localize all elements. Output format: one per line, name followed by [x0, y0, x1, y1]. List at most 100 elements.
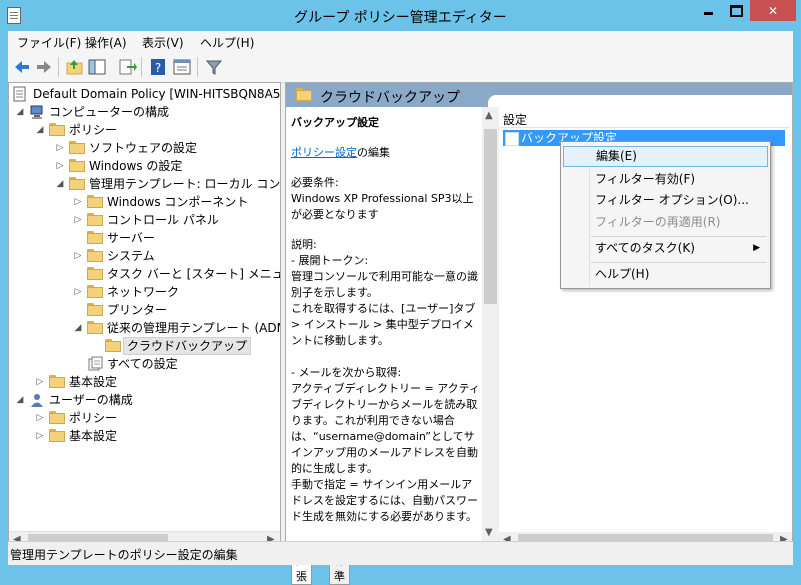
tree-node-network[interactable]: ▷ ネットワーク [71, 283, 280, 301]
description-vertical-scrollbar[interactable]: ▲ ▼ [482, 107, 499, 545]
minimize-button[interactable] [694, 0, 722, 21]
description-line [291, 349, 481, 365]
tree-node-user-base-settings[interactable]: ▷ 基本設定 [33, 427, 280, 445]
up-folder-icon[interactable] [65, 57, 85, 77]
tree-node-all-settings[interactable]: すべての設定 [71, 355, 280, 373]
description-line: アクティブディレクトリー = アクティブディレクトリーからメールを読み取ります。… [291, 382, 481, 475]
tree-node-user-config[interactable]: ◢ ユーザーの構成 [13, 391, 280, 409]
menu-action[interactable]: 操作(A) [85, 34, 127, 51]
column-header-label: 設定 [503, 113, 528, 127]
tree-label: Windows の設定 [89, 159, 183, 173]
menu-view[interactable]: 表示(V) [142, 34, 184, 51]
app-window: グループ ポリシー管理エディター ✕ ファイル(F) 操作(A) 表示(V) ヘ… [0, 0, 801, 585]
setting-icon [505, 132, 519, 146]
maximize-button[interactable] [722, 0, 750, 21]
folder-icon [296, 88, 312, 101]
menu-item-filter-on[interactable]: フィルター有効(F) [563, 169, 768, 190]
edit-policy-link[interactable]: ポリシー設定 [291, 146, 357, 159]
expand-arrow-icon[interactable]: ▷ [73, 247, 83, 265]
tree-node-policies[interactable]: ◢ ポリシー [33, 121, 280, 139]
tree-label: Default Domain Policy [WIN-HITSBQN8A5 [33, 87, 281, 101]
tree-node-admin-templates[interactable]: ◢ 管理用テンプレート: ローカル コンピュータ [53, 175, 280, 193]
expand-arrow-icon[interactable]: ▷ [35, 373, 45, 391]
submenu-arrow-icon: ▶ [753, 243, 760, 253]
column-header-setting[interactable]: 設定 [500, 111, 790, 128]
collapse-arrow-icon[interactable]: ◢ [15, 391, 25, 409]
svg-text:?: ? [155, 61, 161, 75]
expand-arrow-icon[interactable]: ▷ [73, 283, 83, 301]
expand-arrow-icon[interactable]: ▷ [55, 139, 65, 157]
tree-node-control-panel[interactable]: ▷ コントロール パネル [71, 211, 280, 229]
menu-item-all-tasks-label: すべてのタスク(K) [595, 241, 695, 255]
expand-arrow-icon[interactable]: ▷ [55, 157, 65, 175]
folder-icon [49, 123, 65, 136]
menu-item-edit[interactable]: 編集(E) [563, 146, 768, 167]
maximize-icon [729, 4, 743, 17]
tree-node-taskbar-start[interactable]: タスク バーと [スタート] メニュー [71, 265, 280, 283]
expand-arrow-icon[interactable]: ▷ [35, 409, 45, 427]
tree-node-base-settings[interactable]: ▷ 基本設定 [33, 373, 280, 391]
tree-node-classic-admin[interactable]: ◢ 従来の管理用テンプレート (ADM) [71, 319, 281, 337]
tree-label: コンピューターの構成 [49, 105, 170, 119]
menu-separator [591, 236, 766, 237]
collapse-arrow-icon[interactable]: ◢ [35, 121, 45, 139]
folder-icon [49, 375, 65, 388]
policy-document-icon [13, 86, 26, 102]
tree-node-user-policies[interactable]: ▷ ポリシー [33, 409, 280, 427]
forward-icon[interactable] [34, 57, 54, 77]
folder-icon [87, 213, 103, 226]
properties-icon[interactable] [172, 57, 192, 77]
folder-icon [87, 321, 103, 334]
toolbar: ? [8, 52, 793, 83]
context-menu: 編集(E) フィルター有効(F) フィルター オプション(O)... フィルター… [560, 141, 771, 289]
menu-item-all-tasks[interactable]: すべてのタスク(K) ▶ [563, 238, 768, 259]
tree-node-server[interactable]: サーバー [71, 229, 280, 247]
collapse-arrow-icon[interactable]: ◢ [55, 175, 65, 193]
tree-label: 基本設定 [69, 429, 118, 443]
help-icon[interactable]: ? [148, 57, 168, 77]
tree-node-root[interactable]: Default Domain Policy [WIN-HITSBQN8A5 [11, 85, 281, 103]
expand-arrow-icon[interactable]: ▷ [73, 211, 83, 229]
folder-icon [49, 411, 65, 424]
menu-item-filter-options[interactable]: フィルター オプション(O)... [563, 190, 768, 211]
tree-node-windows-settings[interactable]: ▷ Windows の設定 [53, 157, 280, 175]
menu-item-help[interactable]: ヘルプ(H) [563, 264, 768, 285]
folder-icon [87, 303, 103, 316]
window-title: グループ ポリシー管理エディター [294, 10, 507, 26]
filter-icon[interactable] [204, 57, 224, 77]
tree-pane[interactable]: Default Domain Policy [WIN-HITSBQN8A5 ◢ … [8, 82, 281, 550]
tree-node-printer[interactable]: プリンター [71, 301, 280, 319]
tree-label: 基本設定 [69, 375, 118, 389]
toolbar-separator [197, 57, 198, 77]
close-button[interactable]: ✕ [750, 0, 796, 21]
scroll-down-icon[interactable]: ▼ [485, 527, 493, 538]
tree-label: 従来の管理用テンプレート (ADM) [107, 321, 281, 335]
menu-item-reapply-filter: フィルターの再適用(R) [595, 215, 721, 229]
scroll-up-icon[interactable]: ▲ [485, 110, 493, 121]
folder-icon [87, 267, 103, 280]
tree-node-software-settings[interactable]: ▷ ソフトウェアの設定 [53, 139, 280, 157]
export-list-icon[interactable] [117, 57, 137, 77]
folder-icon [87, 285, 103, 298]
description-line: - メールを次から取得: [291, 366, 402, 379]
requirements-label: 必要条件: [291, 176, 339, 189]
scroll-thumb[interactable] [484, 129, 497, 304]
status-bar: 管理用テンプレートのポリシー設定の編集 [8, 541, 793, 565]
title-bar[interactable]: グループ ポリシー管理エディター ✕ [0, 0, 801, 32]
menu-help[interactable]: ヘルプ(H) [200, 34, 254, 51]
tree-node-computer-config[interactable]: ◢ コンピューターの構成 [13, 103, 280, 121]
status-text: 管理用テンプレートのポリシー設定の編集 [10, 548, 238, 562]
folder-icon [105, 339, 121, 352]
tree-node-system[interactable]: ▷ システム [71, 247, 280, 265]
menu-file[interactable]: ファイル(F) [17, 34, 81, 51]
tree-label: コントロール パネル [107, 213, 219, 227]
collapse-arrow-icon[interactable]: ◢ [15, 103, 25, 121]
expand-arrow-icon[interactable]: ▷ [35, 427, 45, 445]
description-label: 説明: [291, 238, 317, 251]
tree-node-windows-components[interactable]: ▷ Windows コンポーネント [71, 193, 280, 211]
tree-node-cloud-backup[interactable]: クラウドバックアップ [89, 337, 252, 355]
collapse-arrow-icon[interactable]: ◢ [73, 319, 83, 337]
expand-arrow-icon[interactable]: ▷ [73, 193, 83, 211]
show-tree-icon[interactable] [87, 57, 107, 77]
back-icon[interactable] [12, 57, 32, 77]
